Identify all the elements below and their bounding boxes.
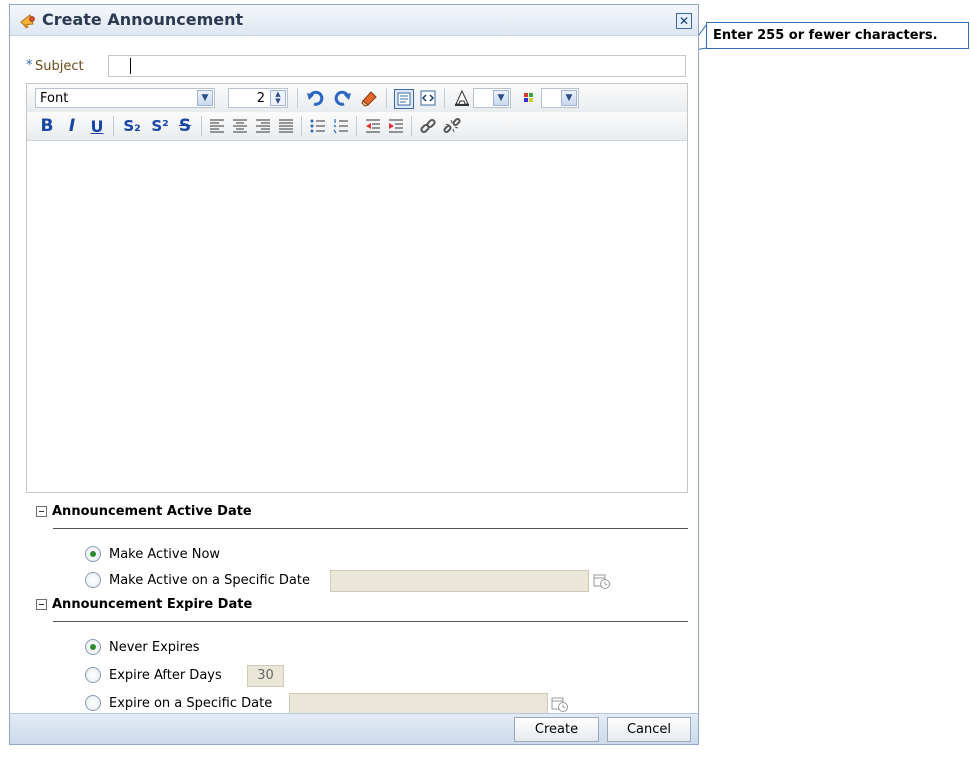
font-select-value: Font (40, 91, 69, 106)
editor-toolbar-bottom: B I U S₂ S² S (27, 112, 687, 141)
superscript-icon[interactable]: S² (148, 117, 172, 135)
source-code-mode-icon[interactable] (419, 89, 437, 107)
calendar-icon[interactable] (551, 695, 569, 713)
toolbar-separator (201, 116, 202, 136)
active-date-input[interactable] (330, 570, 589, 592)
bulleted-list-icon[interactable] (309, 117, 327, 135)
make-active-specific-date-radio[interactable] (85, 572, 101, 588)
dialog-titlebar[interactable]: Create Announcement ✕ (10, 5, 698, 36)
active-date-section-title: Announcement Active Date (52, 504, 252, 519)
toolbar-separator (411, 116, 412, 136)
expire-date-section-title: Announcement Expire Date (52, 597, 253, 612)
background-color-icon[interactable] (520, 89, 538, 107)
section-divider (53, 528, 688, 529)
close-icon[interactable]: ✕ (676, 13, 692, 29)
expire-specific-date-label: Expire on a Specific Date (109, 696, 273, 711)
subscript-icon[interactable]: S₂ (120, 117, 144, 135)
never-expires-radio[interactable] (85, 639, 101, 655)
align-center-icon[interactable] (231, 117, 249, 135)
text-caret (130, 58, 131, 74)
insert-link-icon[interactable] (419, 117, 437, 135)
make-active-specific-date-label: Make Active on a Specific Date (109, 573, 310, 588)
bold-icon[interactable]: B (38, 116, 56, 136)
expire-date-input[interactable] (289, 693, 548, 715)
indent-icon[interactable] (387, 117, 405, 135)
numbered-list-icon[interactable] (332, 117, 350, 135)
toolbar-separator (113, 116, 114, 136)
font-select[interactable]: Font ▼ (35, 88, 215, 108)
rich-text-editor: Font ▼ 2 ▲ ▼ ▼ ▼ B I U S₂ S² S (26, 83, 688, 493)
toolbar-separator (301, 116, 302, 136)
toolbar-separator (386, 88, 387, 108)
font-size-value: 2 (256, 91, 265, 106)
editor-toolbar-top: Font ▼ 2 ▲ ▼ ▼ ▼ (27, 84, 687, 113)
expire-after-days-label: Expire After Days (109, 668, 222, 683)
dialog-title: Create Announcement (42, 10, 244, 29)
make-active-now-label: Make Active Now (109, 547, 221, 562)
italic-icon[interactable]: I (63, 116, 81, 136)
justify-icon[interactable] (277, 117, 295, 135)
align-left-icon[interactable] (208, 117, 226, 135)
announcement-icon (20, 14, 35, 29)
toolbar-separator (356, 116, 357, 136)
outdent-icon[interactable] (364, 117, 382, 135)
chevron-down-icon[interactable]: ▼ (493, 90, 509, 106)
toolbar-separator (297, 88, 298, 108)
create-announcement-dialog: Create Announcement ✕ * Subject Font ▼ 2… (9, 4, 699, 745)
create-button[interactable]: Create (514, 717, 599, 742)
strikethrough-icon[interactable]: S (176, 116, 194, 136)
font-size-spinner[interactable]: 2 ▲ ▼ (228, 88, 288, 108)
font-color-select[interactable]: ▼ (473, 88, 511, 108)
chevron-down-icon[interactable]: ▼ (197, 90, 213, 106)
subject-input[interactable] (108, 55, 686, 77)
background-color-select[interactable]: ▼ (541, 88, 579, 108)
underline-icon[interactable]: U (88, 117, 106, 136)
spinner-arrows-icon[interactable]: ▲ ▼ (270, 90, 286, 106)
expire-days-input[interactable]: 30 (247, 665, 284, 687)
character-limit-tooltip: Enter 255 or fewer characters. (706, 22, 969, 49)
align-right-icon[interactable] (254, 117, 272, 135)
chevron-down-icon[interactable]: ▼ (561, 90, 577, 106)
collapse-icon[interactable] (36, 506, 47, 517)
subject-label: Subject (35, 59, 84, 74)
editor-content-area[interactable] (27, 141, 687, 492)
clear-formatting-icon[interactable] (360, 89, 378, 107)
never-expires-label: Never Expires (109, 640, 200, 655)
undo-icon[interactable] (306, 89, 324, 107)
remove-link-icon[interactable] (443, 117, 461, 135)
rich-text-mode-icon[interactable] (394, 89, 414, 109)
cancel-button[interactable]: Cancel (607, 717, 691, 742)
expire-specific-date-radio[interactable] (85, 695, 101, 711)
calendar-icon[interactable] (593, 572, 611, 590)
redo-icon[interactable] (334, 89, 352, 107)
required-marker: * (26, 58, 33, 73)
section-divider (53, 621, 688, 622)
toolbar-separator (444, 88, 445, 108)
dialog-footer: Create Cancel (10, 713, 698, 744)
font-color-icon[interactable] (453, 89, 471, 107)
expire-after-days-radio[interactable] (85, 667, 101, 683)
make-active-now-radio[interactable] (85, 546, 101, 562)
collapse-icon[interactable] (36, 599, 47, 610)
